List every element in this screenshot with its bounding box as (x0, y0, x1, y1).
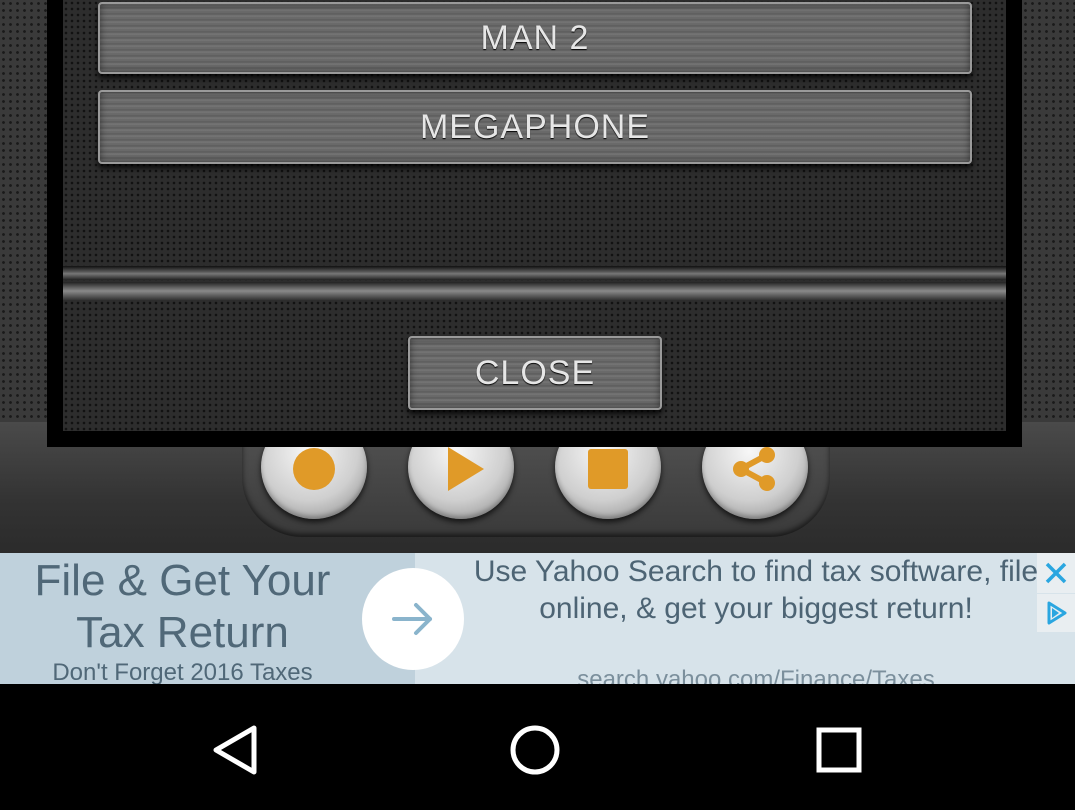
voice-option-man-2[interactable]: MAN 2 (98, 2, 972, 74)
home-button[interactable] (507, 722, 563, 778)
voice-effect-dialog: MAN 2 MEGAPHONE CLOSE (47, 0, 1022, 447)
ad-banner[interactable]: File & Get Your Tax Return Don't Forget … (0, 553, 1075, 684)
voice-option-megaphone[interactable]: MEGAPHONE (98, 90, 972, 164)
adchoices-button[interactable] (1037, 594, 1075, 632)
dialog-divider (63, 266, 1006, 280)
play-icon (448, 447, 484, 491)
ad-url: search.yahoo.com/Finance/Taxes (577, 666, 935, 684)
recents-button[interactable] (811, 722, 867, 778)
close-button-label: CLOSE (474, 353, 596, 392)
arrow-right-icon (392, 603, 432, 635)
back-button[interactable] (207, 722, 263, 778)
ad-headline: File & Get Your Tax Return (34, 556, 331, 657)
back-icon (213, 725, 257, 775)
dialog-divider-bar (63, 282, 1006, 300)
home-icon (510, 725, 560, 775)
close-icon (1045, 562, 1067, 584)
stop-icon (588, 449, 628, 489)
adchoices-icon (1047, 601, 1067, 625)
close-button[interactable]: CLOSE (408, 336, 662, 410)
voice-option-label: MAN 2 (480, 18, 590, 57)
ad-subline: Don't Forget 2016 Taxes (52, 659, 313, 684)
record-icon (293, 448, 335, 490)
ad-body-text: Use Yahoo Search to find tax software, f… (473, 555, 1039, 625)
share-icon (733, 447, 775, 491)
recents-icon (816, 727, 862, 773)
ad-close-button[interactable] (1037, 553, 1075, 593)
ad-arrow-button[interactable] (362, 568, 464, 670)
voice-option-label: MEGAPHONE (419, 107, 651, 146)
